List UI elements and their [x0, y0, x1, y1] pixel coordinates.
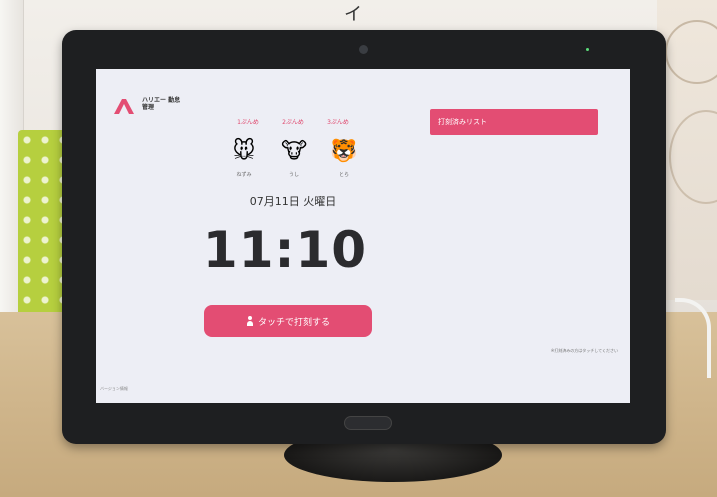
photo-scene: イ ハリエー 勤怠管理 1ぷんめ 2ぷんめ 3ぷんめ 🐭 🐮 🐯 ねずみ うし …	[0, 0, 717, 497]
minute-label: 1ぷんめ	[237, 119, 259, 126]
camera-icon	[359, 45, 368, 54]
animal-name: とら	[338, 172, 349, 178]
tablet-screen: ハリエー 勤怠管理 1ぷんめ 2ぷんめ 3ぷんめ 🐭 🐮 🐯 ねずみ うし とら…	[96, 69, 630, 403]
tiger-icon[interactable]: 🐯	[330, 139, 358, 165]
white-cable	[675, 298, 711, 378]
minute-labels: 1ぷんめ 2ぷんめ 3ぷんめ	[228, 117, 358, 126]
date-display: 07月11日 火曜日	[249, 195, 337, 208]
clock-display: 11:10	[202, 221, 368, 279]
instruction-note: ※打刻済みの方はタッチしてください	[550, 348, 618, 353]
right-wall-decoration	[657, 0, 717, 300]
minute-label: 2ぷんめ	[282, 119, 304, 126]
touch-clock-in-button[interactable]: タッチで打刻する	[204, 305, 372, 337]
wall-mark: イ	[344, 4, 362, 25]
touch-button-label: タッチで打刻する	[257, 317, 330, 328]
mouse-icon[interactable]: 🐭	[230, 139, 258, 165]
green-polka-dot-decoration	[18, 130, 66, 320]
letter-a-logo-icon	[114, 99, 134, 114]
animal-names: ねずみ うし とら	[230, 171, 358, 178]
clocked-in-list-header[interactable]: 打刻済みリスト	[430, 109, 598, 135]
minute-label: 3ぷんめ	[327, 119, 349, 126]
animal-icons: 🐭 🐮 🐯	[230, 139, 358, 165]
animal-name: ねずみ	[236, 172, 252, 178]
person-icon	[246, 316, 254, 326]
home-button[interactable]	[344, 416, 392, 430]
app-logo-text: ハリエー 勤怠管理	[142, 97, 181, 111]
status-led	[586, 48, 589, 51]
cow-icon[interactable]: 🐮	[280, 139, 308, 165]
animal-name: うし	[288, 172, 299, 178]
version-note: バージョン情報	[100, 386, 128, 391]
